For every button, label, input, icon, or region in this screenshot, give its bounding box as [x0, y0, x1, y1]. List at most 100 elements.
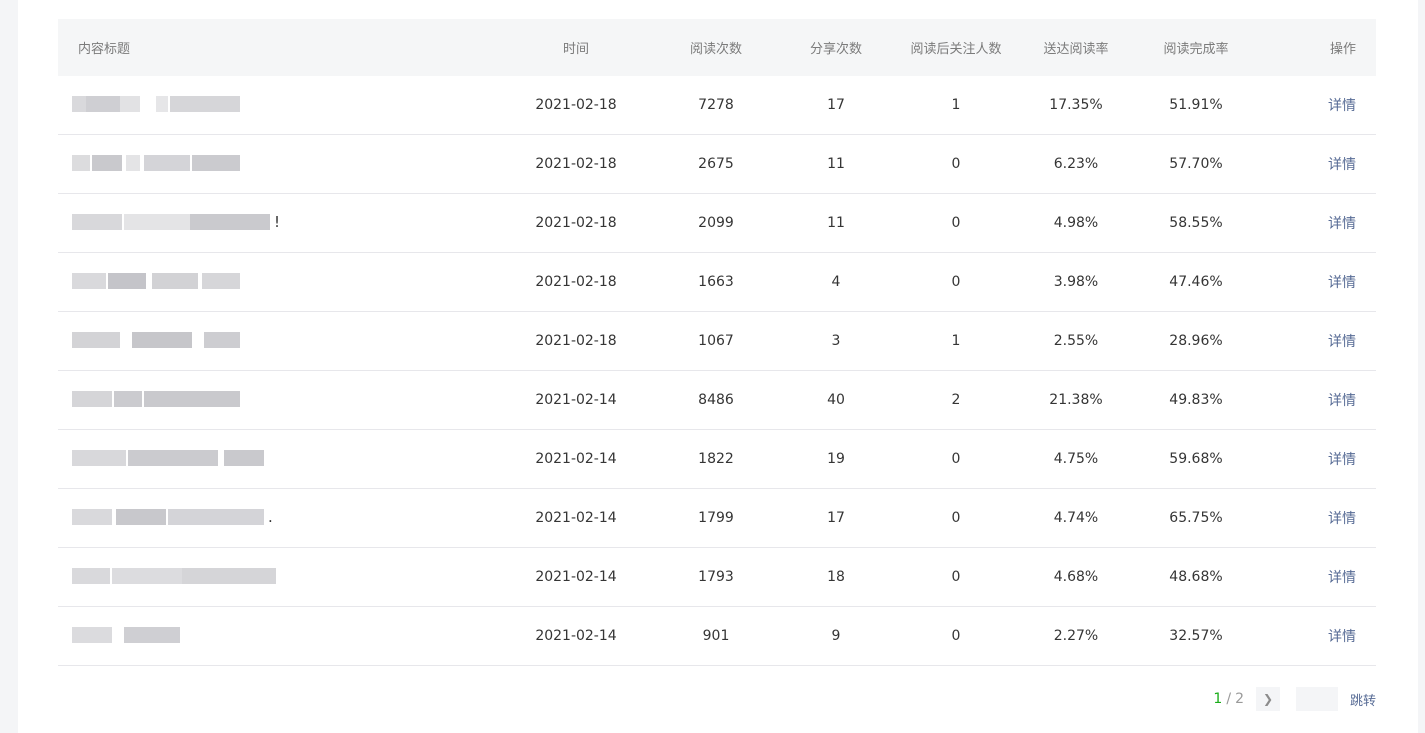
row-shares: 4 — [831, 274, 841, 290]
row-action-cell: 详情 — [1256, 567, 1376, 587]
blurred-title — [72, 391, 240, 409]
row-delivery-rate: 4.98% — [1053, 215, 1099, 231]
row-completion-rate: 32.57% — [1169, 628, 1223, 644]
current-page: 1 — [1213, 691, 1223, 707]
blur-block — [190, 214, 270, 230]
blur-block — [128, 450, 218, 466]
title-suffix: ! — [274, 213, 281, 231]
jump-button[interactable]: 跳转 — [1350, 690, 1376, 709]
blur-block — [114, 391, 142, 407]
row-title — [58, 135, 496, 193]
row-action-cell: 详情 — [1256, 95, 1376, 115]
blur-block — [72, 391, 112, 407]
row-action-cell: 详情 — [1256, 508, 1376, 528]
table-row: 2021-02-14 1822 19 0 4.75% 59.68% 详情 — [58, 430, 1376, 489]
table-row: 2021-02-18 2675 11 0 6.23% 57.70% 详情 — [58, 135, 1376, 194]
blur-block — [224, 450, 264, 466]
blurred-title — [72, 273, 240, 291]
table-row: 2021-02-14 8486 40 2 21.38% 49.83% 详情 — [58, 371, 1376, 430]
row-shares: 40 — [827, 392, 845, 408]
row-action-cell: 详情 — [1256, 449, 1376, 469]
details-link[interactable]: 详情 — [1328, 216, 1356, 232]
details-link[interactable]: 详情 — [1328, 157, 1356, 173]
row-action-cell: 详情 — [1256, 154, 1376, 174]
row-follows: 0 — [951, 156, 961, 172]
details-link[interactable]: 详情 — [1328, 334, 1356, 350]
row-date: 2021-02-18 — [535, 333, 617, 349]
blur-block — [170, 96, 240, 112]
blur-block — [168, 509, 264, 525]
row-title: ! — [58, 194, 496, 252]
row-reads: 1663 — [698, 274, 734, 290]
row-title — [58, 548, 496, 606]
row-follows: 0 — [951, 451, 961, 467]
row-title — [58, 76, 496, 134]
details-link[interactable]: 详情 — [1328, 98, 1356, 114]
row-delivery-rate: 2.55% — [1053, 333, 1099, 349]
row-title: . — [58, 489, 496, 547]
header-shares: 分享次数 — [809, 42, 862, 57]
blurred-title — [72, 332, 240, 350]
blurred-title: ! — [72, 213, 280, 232]
row-title — [58, 430, 496, 488]
row-shares: 17 — [827, 97, 845, 113]
row-follows: 0 — [951, 510, 961, 526]
row-follows: 0 — [951, 569, 961, 585]
details-link[interactable]: 详情 — [1328, 452, 1356, 468]
details-link[interactable]: 详情 — [1328, 275, 1356, 291]
chevron-right-icon: ❯ — [1262, 692, 1274, 706]
row-shares: 11 — [827, 215, 845, 231]
row-follows: 0 — [951, 628, 961, 644]
blurred-title — [72, 627, 180, 645]
blur-block — [108, 273, 146, 289]
row-action-cell: 详情 — [1256, 390, 1376, 410]
row-follows: 1 — [951, 97, 961, 113]
row-title — [58, 371, 496, 429]
row-reads: 1067 — [698, 333, 734, 349]
blur-block — [192, 155, 240, 171]
blur-block — [152, 273, 198, 289]
row-date: 2021-02-14 — [535, 451, 617, 467]
row-title — [58, 607, 496, 665]
row-date: 2021-02-14 — [535, 510, 617, 526]
table-row: 2021-02-18 7278 17 1 17.35% 51.91% 详情 — [58, 76, 1376, 135]
details-link[interactable]: 详情 — [1328, 511, 1356, 527]
blur-block — [202, 273, 240, 289]
blur-block — [116, 509, 166, 525]
blur-block — [86, 96, 120, 112]
blur-block — [72, 509, 112, 525]
blur-block — [124, 214, 194, 230]
blurred-title — [72, 96, 240, 114]
blur-block — [144, 391, 240, 407]
header-completion-rate: 阅读完成率 — [1163, 42, 1229, 57]
article-stats-table: 内容标题 时间 阅读次数 分享次数 阅读后关注人数 送达阅读率 阅读完成率 操作… — [58, 19, 1376, 666]
row-completion-rate: 51.91% — [1169, 97, 1223, 113]
row-completion-rate: 65.75% — [1169, 510, 1223, 526]
next-page-button[interactable]: ❯ — [1255, 687, 1280, 711]
row-reads: 901 — [702, 628, 730, 644]
row-date: 2021-02-14 — [535, 392, 617, 408]
details-link[interactable]: 详情 — [1328, 393, 1356, 409]
row-completion-rate: 47.46% — [1169, 274, 1223, 290]
row-completion-rate: 58.55% — [1169, 215, 1223, 231]
row-completion-rate: 57.70% — [1169, 156, 1223, 172]
blur-block — [156, 96, 168, 112]
page-jump-input[interactable] — [1295, 687, 1338, 711]
row-follows: 1 — [951, 333, 961, 349]
details-link[interactable]: 详情 — [1328, 570, 1356, 586]
row-title — [58, 312, 496, 370]
header-delivery-rate: 送达阅读率 — [1043, 42, 1109, 57]
details-link[interactable]: 详情 — [1328, 629, 1356, 645]
total-pages: 2 — [1235, 691, 1244, 707]
blur-block — [72, 332, 120, 348]
row-shares: 19 — [827, 451, 845, 467]
row-reads: 1799 — [698, 510, 734, 526]
blurred-title — [72, 155, 240, 173]
table-row: 2021-02-14 1793 18 0 4.68% 48.68% 详情 — [58, 548, 1376, 607]
blur-block — [72, 568, 110, 584]
row-reads: 8486 — [698, 392, 734, 408]
blur-block — [72, 450, 126, 466]
row-completion-rate: 48.68% — [1169, 569, 1223, 585]
table-row: 2021-02-18 1663 4 0 3.98% 47.46% 详情 — [58, 253, 1376, 312]
row-follows: 2 — [951, 392, 961, 408]
